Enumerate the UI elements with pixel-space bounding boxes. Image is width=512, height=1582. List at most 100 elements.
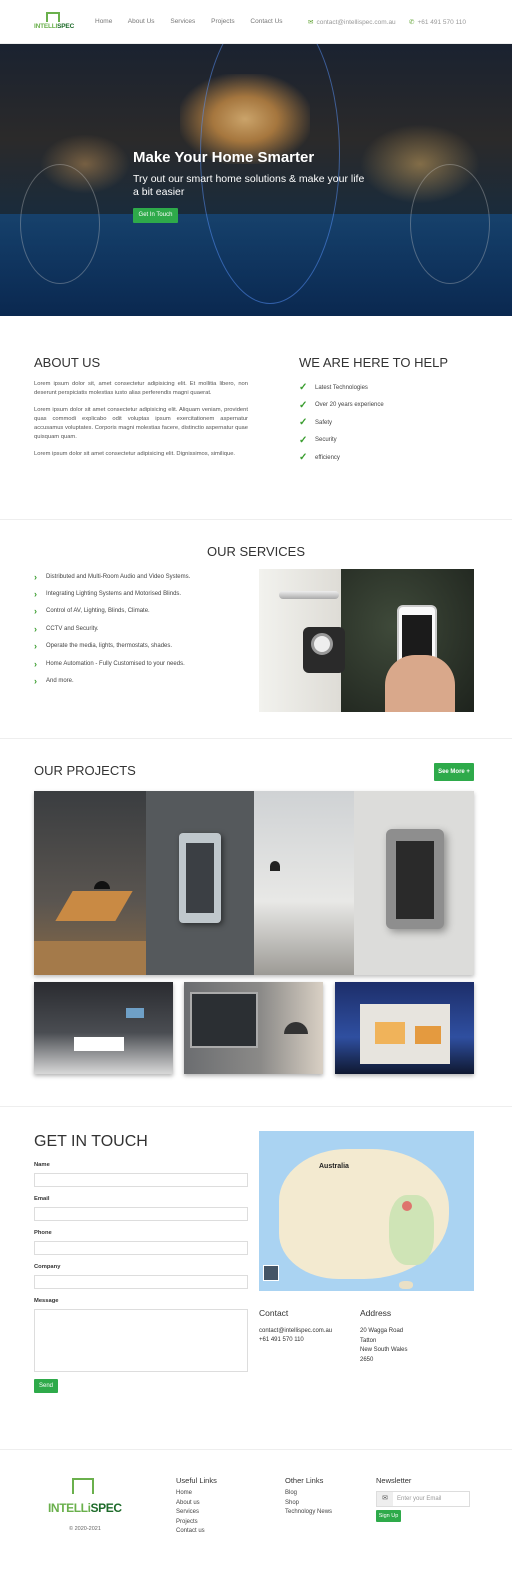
hero-subtitle: Try out our smart home solutions & make … <box>133 173 365 198</box>
check-icon: ✓ <box>299 399 308 411</box>
service-label: And more. <box>46 678 74 685</box>
footer-link-home[interactable]: Home <box>176 1489 205 1499</box>
list-item: ✓ efficiency <box>299 449 384 467</box>
chevron-right-icon: › <box>34 606 37 617</box>
send-button[interactable]: Send <box>34 1379 58 1393</box>
footer-link-projects[interactable]: Projects <box>176 1518 205 1528</box>
newsletter-email-input[interactable]: Enter your Email <box>393 1496 441 1502</box>
location-map[interactable]: Australia <box>259 1131 474 1291</box>
project-thumbnail-2[interactable] <box>184 982 323 1074</box>
chevron-right-icon: › <box>34 676 37 687</box>
list-item: ✓ Safety <box>299 414 384 432</box>
list-item: ✓ Latest Technologies <box>299 379 384 397</box>
switch-buttons <box>186 843 214 913</box>
kitchen-lamp <box>270 861 280 871</box>
services-image <box>259 569 474 712</box>
address-line-1: 20 Wagga Road <box>360 1328 404 1334</box>
envelope-icon: ✉ <box>377 1492 393 1506</box>
message-label: Message <box>34 1298 59 1304</box>
chevron-right-icon: › <box>34 623 37 634</box>
nav-about[interactable]: About Us <box>128 18 155 25</box>
service-label: Operate the media, lights, thermostats, … <box>46 643 173 650</box>
message-textarea[interactable] <box>34 1309 248 1372</box>
footer-logo-text-b: SPEC <box>90 1501 122 1515</box>
help-item-label: Safety <box>315 419 333 426</box>
address-line-4: 2650 <box>360 1357 374 1363</box>
footer-link-about[interactable]: About us <box>176 1499 205 1509</box>
footer-link-tech-news[interactable]: Technology News <box>285 1508 332 1518</box>
black-switch <box>396 841 434 919</box>
project-main-image[interactable] <box>34 791 474 975</box>
contact-info-phone[interactable]: +61 491 570 110 <box>259 1336 304 1346</box>
help-item-label: Latest Technologies <box>315 384 368 391</box>
service-label: CCTV and Security. <box>46 625 99 632</box>
hero-railing-right <box>410 164 490 284</box>
logo-text-a: INTELLI <box>34 23 58 30</box>
envelope-icon: ✉ <box>308 19 314 26</box>
hero-get-in-touch-button[interactable]: Get In Touch <box>133 208 178 223</box>
help-item-label: Over 20 years experience <box>315 402 384 409</box>
nav-email[interactable]: ✉ contact@intellispec.com.au <box>308 18 396 26</box>
service-label: Integrating Lighting Systems and Motoris… <box>46 591 182 598</box>
house-window-light-2 <box>415 1026 441 1044</box>
phone-field[interactable] <box>34 1241 248 1255</box>
house-icon <box>46 12 60 22</box>
contact-title: GET IN TOUCH <box>34 1133 148 1150</box>
house-window-light <box>375 1022 405 1044</box>
footer-link-services[interactable]: Services <box>176 1508 205 1518</box>
newsletter-title: Newsletter <box>376 1476 412 1485</box>
useful-links: Home About us Services Projects Contact … <box>176 1489 205 1537</box>
footer-logo-text-a: INTELLi <box>48 1501 91 1515</box>
contact-info-title: Contact <box>259 1308 289 1318</box>
newsletter-email-group: ✉ Enter your Email <box>376 1491 470 1507</box>
list-item: › Home Automation - Fully Customised to y… <box>34 655 190 672</box>
nav-phone-text: +61 491 570 110 <box>417 19 466 26</box>
satellite-toggle-icon[interactable] <box>263 1265 279 1281</box>
lock-dial <box>311 633 333 655</box>
project-thumbnail-1[interactable] <box>34 982 173 1074</box>
door-handle <box>279 591 339 599</box>
project-thumbnail-3[interactable] <box>335 982 474 1074</box>
phone-label: Phone <box>34 1230 52 1236</box>
footer-link-contact[interactable]: Contact us <box>176 1527 205 1537</box>
phone-icon: ✆ <box>409 19 415 26</box>
useful-links-title: Useful Links <box>176 1476 217 1485</box>
service-label: Control of AV, Lighting, Blinds, Climate… <box>46 608 150 615</box>
about-title: ABOUT US <box>34 355 101 370</box>
check-icon: ✓ <box>299 382 308 394</box>
signup-button[interactable]: Sign Up <box>376 1510 401 1522</box>
footer-house-icon <box>72 1478 94 1494</box>
nav-contact[interactable]: Contact Us <box>250 18 282 25</box>
list-item: ✓ Over 20 years experience <box>299 397 384 415</box>
nav-projects[interactable]: Projects <box>211 18 234 25</box>
see-more-button[interactable]: See More + <box>434 763 474 781</box>
chevron-right-icon: › <box>34 589 37 600</box>
list-item: › Integrating Lighting Systems and Motori… <box>34 585 190 602</box>
address-line-3: New South Wales <box>360 1347 408 1353</box>
footer-logo[interactable]: INTELLiSPEC <box>48 1478 122 1520</box>
nav-email-text: contact@intellispec.com.au <box>316 19 396 26</box>
check-icon: ✓ <box>299 417 308 429</box>
kitchen-interior <box>254 791 354 975</box>
help-item-label: efficiency <box>315 454 340 461</box>
footer-link-blog[interactable]: Blog <box>285 1489 332 1499</box>
see-more-label: See More <box>438 769 465 775</box>
logo[interactable]: INTELLISPEC <box>34 12 75 34</box>
email-field[interactable] <box>34 1207 248 1221</box>
company-field[interactable] <box>34 1275 248 1289</box>
map-country-label: Australia <box>319 1163 349 1170</box>
main-menu: Home About Us Services Projects Contact … <box>95 18 297 25</box>
hero-banner: Make Your Home Smarter Try out our smart… <box>0 44 512 316</box>
nav-home[interactable]: Home <box>95 18 112 25</box>
email-label: Email <box>34 1196 50 1202</box>
hand <box>385 655 455 712</box>
wooden-floor <box>34 941 146 975</box>
nav-phone[interactable]: ✆ +61 491 570 110 <box>409 18 466 26</box>
nav-services[interactable]: Services <box>170 18 195 25</box>
list-item: › CCTV and Security. <box>34 620 190 637</box>
map-pin-icon <box>402 1201 412 1211</box>
about-paragraph-3: Lorem ipsum dolor sit amet consectetur a… <box>34 451 236 457</box>
name-field[interactable] <box>34 1173 248 1187</box>
footer-link-shop[interactable]: Shop <box>285 1499 332 1509</box>
logo-text-b: SPEC <box>57 23 75 30</box>
